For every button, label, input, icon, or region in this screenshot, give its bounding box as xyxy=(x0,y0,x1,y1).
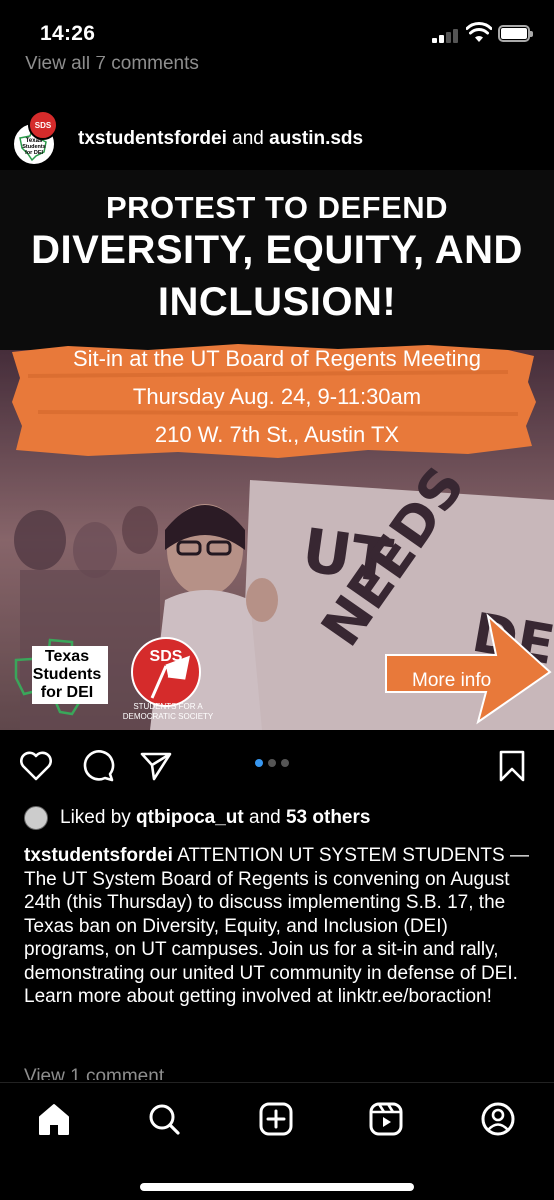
bookmark-icon[interactable] xyxy=(494,748,530,784)
comment-icon[interactable] xyxy=(80,748,116,784)
search-icon[interactable] xyxy=(144,1099,184,1139)
poster-title-line: INCLUSION! xyxy=(157,280,397,324)
texas-students-for-dei-logo-text: Texas Students for DEI xyxy=(32,648,102,701)
author-username[interactable]: txstudentsfordei xyxy=(78,128,227,149)
post-authors[interactable]: txstudentsfordei and austin.sds xyxy=(78,128,363,150)
wifi-icon xyxy=(466,22,492,42)
liked-by-others[interactable]: 53 others xyxy=(286,807,370,828)
svg-text:SDS: SDS xyxy=(35,121,52,130)
view-all-comments-link[interactable]: View all 7 comments xyxy=(25,56,199,76)
more-info-arrow-icon[interactable] xyxy=(378,610,554,725)
poster-title-line: PROTEST TO DEFEND xyxy=(105,190,449,225)
carousel-indicator xyxy=(255,759,299,769)
profile-icon[interactable] xyxy=(478,1099,518,1139)
avatar[interactable]: SDS xyxy=(28,110,58,140)
collab-avatars[interactable]: Texas Students for DEI SDS xyxy=(12,110,64,166)
carousel-dot xyxy=(255,759,263,767)
likes-text[interactable]: Liked by qtbipoca_ut and 53 others xyxy=(60,807,370,829)
post-image[interactable]: UT NEEDS DEI PROTEST TO DEFEND DIVERSITY… xyxy=(0,170,554,730)
caption-text: ATTENTION UT SYSTEM STUDENTS — The UT Sy… xyxy=(24,845,529,1007)
author-username[interactable]: austin.sds xyxy=(269,128,363,149)
event-address: 210 W. 7th St., Austin TX xyxy=(154,422,400,447)
bottom-nav xyxy=(0,1082,554,1200)
sds-logo-caption: STUDENTS FOR A DEMOCRATIC SOCIETY xyxy=(122,702,214,721)
post-header: Texas Students for DEI SDS txstudentsfor… xyxy=(0,108,554,168)
post-actions xyxy=(0,740,554,792)
cellular-signal-icon xyxy=(432,27,462,43)
svg-text:for DEI: for DEI xyxy=(25,150,44,156)
liked-by-username[interactable]: qtbipoca_ut xyxy=(136,807,244,828)
poster-title-line: DIVERSITY, EQUITY, AND xyxy=(31,228,523,272)
home-indicator xyxy=(140,1183,414,1191)
share-icon[interactable] xyxy=(138,748,174,784)
create-icon[interactable] xyxy=(256,1099,296,1139)
event-date: Thursday Aug. 24, 9-11:30am xyxy=(132,384,422,409)
likes-summary[interactable]: Liked by qtbipoca_ut and 53 others xyxy=(24,802,534,832)
status-bar: 14:26 xyxy=(0,0,554,64)
caption-username[interactable]: txstudentsfordei xyxy=(24,845,173,866)
home-icon[interactable] xyxy=(34,1099,74,1139)
avatar xyxy=(24,806,48,830)
battery-icon xyxy=(498,25,533,42)
post-caption: txstudentsfordei ATTENTION UT SYSTEM STU… xyxy=(24,844,536,1009)
view-comments-link[interactable]: View 1 comment xyxy=(24,1066,164,1080)
sds-logo-text: SDS xyxy=(149,648,183,665)
more-info-label[interactable]: More info xyxy=(412,670,491,692)
status-time: 14:26 xyxy=(40,22,96,45)
carousel-dot xyxy=(268,759,276,767)
reels-icon[interactable] xyxy=(366,1099,406,1139)
event-title: Sit-in at the UT Board of Regents Meetin… xyxy=(72,346,482,371)
carousel-dot xyxy=(281,759,289,767)
heart-icon[interactable] xyxy=(18,748,54,784)
